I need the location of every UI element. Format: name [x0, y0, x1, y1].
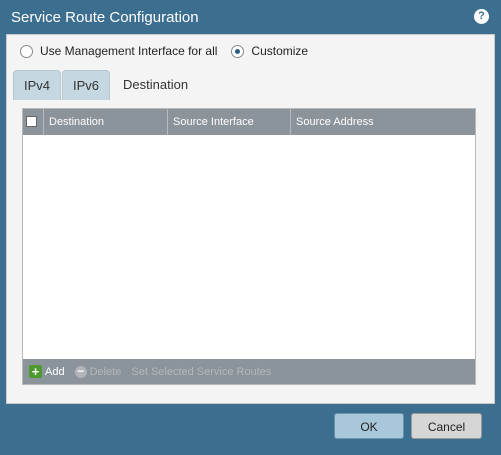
dialog-title: Service Route Configuration — [11, 9, 199, 26]
delete-icon: − — [74, 365, 87, 378]
column-header-source-address[interactable]: Source Address — [291, 109, 475, 135]
tab-ipv6[interactable]: IPv6 — [62, 70, 111, 100]
table-toolbar: + Add − Delete Set Selected Service Rout… — [23, 359, 475, 384]
mode-radio-group: Use Management Interface for all Customi… — [20, 42, 322, 60]
column-header-source-interface[interactable]: Source Interface — [168, 109, 291, 135]
delete-button[interactable]: − Delete — [74, 365, 122, 378]
ok-button[interactable]: OK — [334, 413, 404, 439]
select-all-cell — [23, 109, 44, 135]
cancel-button[interactable]: Cancel — [411, 413, 482, 439]
title-bar: Service Route Configuration ? — [0, 0, 501, 34]
help-icon[interactable]: ? — [474, 9, 489, 24]
tab-destination[interactable]: Destination — [111, 70, 201, 100]
use-management-label[interactable]: Use Management Interface for all — [40, 44, 217, 58]
set-service-routes-label: Set Selected Service Routes — [131, 365, 272, 378]
add-label: Add — [45, 365, 65, 378]
service-route-dialog: Service Route Configuration ? Use Manage… — [0, 0, 501, 455]
add-button[interactable]: + Add — [29, 365, 65, 378]
column-header-destination[interactable]: Destination — [44, 109, 168, 135]
destination-table: Destination Source Interface Source Addr… — [22, 108, 476, 385]
table-body — [23, 135, 475, 359]
customize-label[interactable]: Customize — [251, 44, 308, 58]
set-service-routes-button[interactable]: Set Selected Service Routes — [131, 366, 271, 378]
customize-radio[interactable] — [231, 44, 245, 58]
tab-ipv4[interactable]: IPv4 — [13, 70, 62, 100]
add-icon: + — [29, 365, 42, 378]
select-all-checkbox[interactable] — [26, 115, 37, 127]
table-header: Destination Source Interface Source Addr… — [23, 109, 475, 135]
use-management-radio[interactable] — [20, 44, 33, 58]
tab-bar: IPv4 IPv6 Destination — [13, 70, 201, 100]
delete-label: Delete — [89, 365, 122, 378]
